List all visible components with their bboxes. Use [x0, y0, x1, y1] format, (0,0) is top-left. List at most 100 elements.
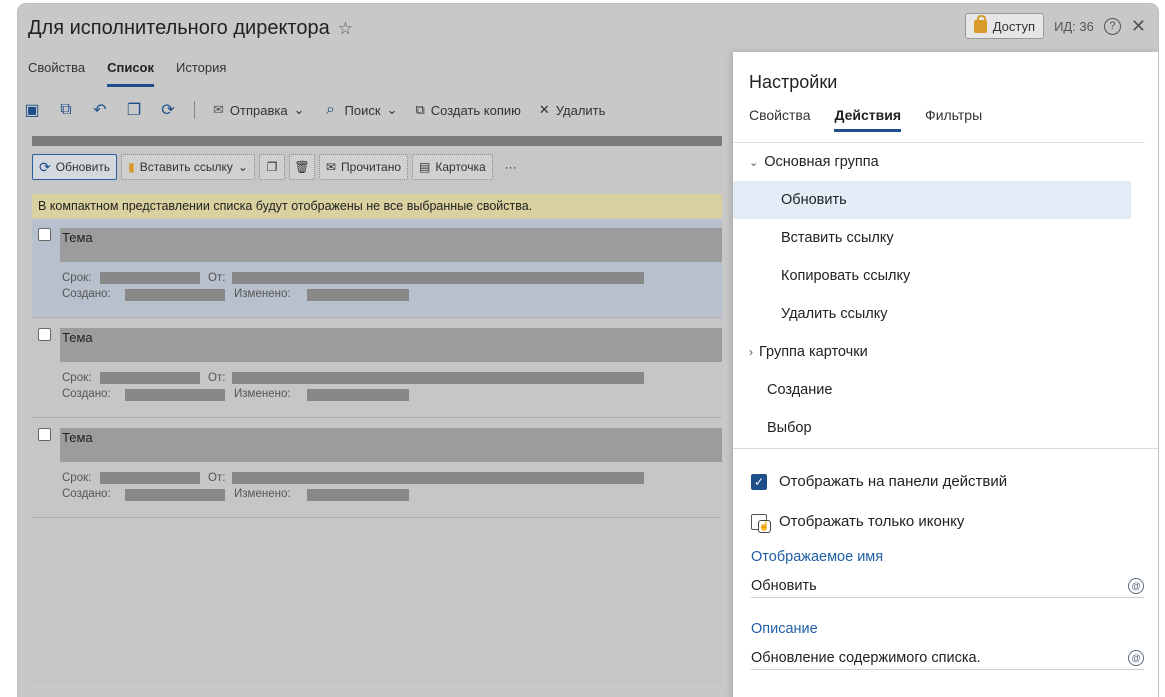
- tree-group-main[interactable]: ⌄ Основная группа: [733, 143, 1131, 181]
- panel-tab-filters[interactable]: Фильтры: [925, 107, 982, 123]
- item-checkbox[interactable]: [38, 228, 51, 241]
- actions-tree: ⌄ Основная группа Обновить Вставить ссыл…: [733, 142, 1145, 448]
- settings-panel: Настройки Свойства Действия Фильтры ⌄ Ос…: [733, 52, 1158, 697]
- card-icon: ▤: [419, 160, 431, 174]
- lock-icon: [973, 14, 987, 33]
- tree-item-insert-link[interactable]: Вставить ссылку: [733, 219, 1131, 257]
- delete-label: Удалить: [555, 102, 606, 118]
- show-on-panel-checkbox[interactable]: ✓: [751, 473, 767, 490]
- send-label: Отправка: [229, 102, 288, 118]
- panel-tabs: Свойства Действия Фильтры: [749, 107, 982, 132]
- hand-cursor-icon: ☝: [758, 519, 771, 533]
- delete-button[interactable]: ✕ Удалить: [539, 102, 606, 118]
- panel-tab-actions[interactable]: Действия: [834, 107, 901, 132]
- create-copy-button[interactable]: ⧉ Создать копию: [415, 102, 520, 118]
- refresh-icon: ⟳: [39, 158, 51, 175]
- item-checkbox[interactable]: [38, 428, 51, 441]
- value-placeholder: [307, 289, 409, 301]
- list-item[interactable]: Тема Срок: От: Создано: Изменено:: [32, 220, 722, 318]
- document-window: Для исполнительного директора ☆ Доступ И…: [18, 4, 1158, 697]
- insert-link-button[interactable]: ▮ Вставить ссылку ⌄: [121, 154, 255, 180]
- description-value: Обновление содержимого списка.: [751, 649, 981, 666]
- show-on-panel-label: Отображать на панели действий: [779, 473, 1008, 490]
- value-placeholder: [125, 389, 225, 401]
- refresh-icon[interactable]: ⟳: [160, 100, 176, 120]
- trash-icon: 🗑: [294, 160, 310, 174]
- title-bar-actions: Доступ ИД: 36 ? ✕: [964, 13, 1146, 39]
- localization-icon[interactable]: @: [1128, 649, 1144, 666]
- item-created-label: Создано:: [62, 488, 111, 500]
- value-placeholder: [232, 272, 644, 284]
- item-topic: Тема: [62, 430, 93, 445]
- value-placeholder: [100, 472, 200, 484]
- item-checkbox[interactable]: [38, 328, 51, 341]
- panel-tab-properties[interactable]: Свойства: [749, 107, 810, 123]
- close-icon[interactable]: ✕: [1131, 16, 1146, 37]
- help-icon[interactable]: ?: [1103, 17, 1121, 35]
- tab-properties[interactable]: Свойства: [28, 60, 85, 81]
- undo-icon[interactable]: ↶: [92, 100, 108, 120]
- tree-item-select[interactable]: Выбор: [733, 409, 1131, 447]
- topic-placeholder: [60, 428, 722, 462]
- tree-item-refresh[interactable]: Обновить: [733, 181, 1131, 219]
- access-button[interactable]: Доступ: [964, 13, 1045, 39]
- show-on-panel-row[interactable]: ✓ Отображать на панели действий: [751, 473, 1007, 490]
- delete-link-button[interactable]: 🗑: [288, 154, 315, 180]
- refresh-button[interactable]: ⟳ Обновить: [32, 154, 118, 180]
- icon-only-row[interactable]: ☝ Отображать только иконку: [751, 513, 965, 533]
- list-area: ⟳ Обновить ▮ Вставить ссылку ⌄ ❐ 🗑 ✉ Про…: [32, 136, 722, 684]
- chevron-down-icon: ⌄: [237, 160, 248, 174]
- item-created-label: Создано:: [62, 388, 111, 400]
- value-placeholder: [232, 472, 644, 484]
- card-button[interactable]: ▤ Карточка: [412, 154, 493, 180]
- description-field[interactable]: Обновление содержимого списка. @: [751, 646, 1144, 670]
- display-name-field[interactable]: Обновить @: [751, 574, 1144, 598]
- title-bar: Для исполнительного директора ☆ Доступ И…: [18, 4, 1158, 50]
- copy-link-button[interactable]: ❐: [258, 154, 285, 180]
- item-topic: Тема: [62, 230, 93, 245]
- more-button[interactable]: ···: [497, 160, 525, 174]
- create-copy-label: Создать копию: [430, 102, 521, 118]
- tree-item-delete-link[interactable]: Удалить ссылку: [733, 295, 1131, 333]
- topic-placeholder: [60, 328, 722, 362]
- icon-only-checkbox[interactable]: ☝: [751, 513, 771, 533]
- chevron-right-icon: ›: [749, 345, 753, 359]
- item-due-label: Срок:: [62, 372, 92, 384]
- search-button[interactable]: ⌕ Поиск ⌄: [323, 101, 397, 119]
- value-placeholder: [307, 489, 409, 501]
- page-title: Для исполнительного директора ☆: [28, 17, 353, 40]
- search-label: Поиск: [344, 102, 381, 118]
- read-button[interactable]: ✉ Прочитано: [318, 154, 409, 180]
- send-icon: ✉: [213, 102, 224, 117]
- item-modified-label: Изменено:: [234, 488, 291, 500]
- value-placeholder: [125, 289, 225, 301]
- copy-doc-icon: ⧉: [415, 102, 425, 117]
- localization-icon[interactable]: @: [1128, 577, 1144, 594]
- x-icon: ✕: [538, 102, 550, 117]
- tab-list[interactable]: Список: [107, 60, 154, 87]
- icon-only-label: Отображать только иконку: [779, 513, 965, 530]
- item-modified-label: Изменено:: [234, 388, 291, 400]
- chevron-down-icon: ⌄: [749, 156, 759, 169]
- compact-view-notice: В компактном представлении списка будут …: [32, 194, 722, 218]
- display-name-label: Отображаемое имя: [751, 549, 884, 565]
- panel-title: Настройки: [749, 72, 838, 92]
- main-toolbar: ▣ ⧉ ↶ ❐ ⟳ ✉ Отправка ⌄ ⌕ Поиск ⌄ ⧉ Созда…: [24, 100, 605, 120]
- star-icon[interactable]: ☆: [338, 19, 353, 39]
- item-from-label: От:: [208, 472, 226, 484]
- topic-placeholder: [60, 228, 722, 262]
- save-icon[interactable]: ▣: [24, 100, 40, 120]
- list-item[interactable]: Тема Срок: От: Создано: Изменено:: [32, 420, 722, 518]
- copy-icon[interactable]: ❐: [126, 100, 142, 120]
- send-button[interactable]: ✉ Отправка ⌄: [213, 102, 305, 118]
- tree-item-create[interactable]: Создание: [733, 371, 1131, 409]
- value-placeholder: [100, 272, 200, 284]
- tree-group-card[interactable]: › Группа карточки: [733, 333, 1131, 371]
- list-item[interactable]: Тема Срок: От: Создано: Изменено:: [32, 320, 722, 418]
- save-and-close-icon[interactable]: ⧉: [58, 101, 74, 119]
- title-text: Для исполнительного директора: [28, 17, 330, 39]
- tab-history[interactable]: История: [176, 60, 226, 81]
- tree-item-copy-link[interactable]: Копировать ссылку: [733, 257, 1131, 295]
- item-due-label: Срок:: [62, 272, 92, 284]
- document-tabs: Свойства Список История: [28, 60, 226, 87]
